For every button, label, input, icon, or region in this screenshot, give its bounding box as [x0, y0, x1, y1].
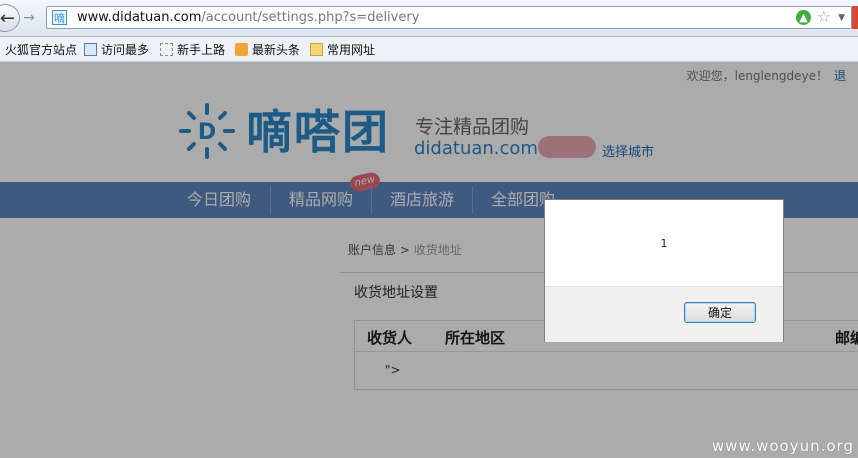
rss-feed-icon [235, 43, 248, 56]
bookmark-folder[interactable]: 常用网址 [310, 41, 375, 58]
watermark: www.wooyun.org [711, 437, 854, 455]
alert-message: 1 [660, 237, 668, 250]
bookmark-star-icon[interactable]: ☆ [817, 7, 831, 27]
bookmark-label: 火狐官方站点 [5, 43, 78, 57]
alert-dialog: 1 确定 [544, 199, 784, 342]
bookmark-label: 最新头条 [252, 43, 301, 57]
bookmark-rss[interactable]: 最新头条 [235, 41, 300, 58]
window-close-edge[interactable] [852, 6, 858, 29]
most-visited-icon [84, 43, 97, 56]
url-host: www.didatuan.com [77, 10, 202, 25]
url-text[interactable]: www.didatuan.com/account/settings.php?s=… [77, 10, 419, 25]
ok-button[interactable]: 确定 [684, 302, 756, 323]
bookmark-getting-started[interactable]: 新手上路 [160, 41, 225, 58]
bookmark-label: 访问最多 [101, 43, 150, 57]
site-favicon-icon: 嘀 [52, 10, 67, 25]
bookmark-label: 新手上路 [177, 43, 226, 57]
url-path: /account/settings.php?s=delivery [201, 10, 420, 25]
chevron-down-icon[interactable]: ▼ [838, 10, 845, 26]
bookmark-most-visited[interactable]: 访问最多 [84, 41, 149, 58]
bookmark-firefox[interactable]: 火狐官方站点 [5, 41, 77, 58]
folder-icon [310, 43, 323, 56]
bookmarks-bar: 火狐官方站点 访问最多 新手上路 最新头条 常用网址 [0, 37, 858, 62]
go-arrow-icon[interactable]: ▲ [796, 10, 811, 25]
browser-toolbar: ← → 嘀 www.didatuan.com/account/settings.… [0, 0, 858, 37]
getting-started-icon [160, 43, 173, 56]
address-bar[interactable]: 嘀 www.didatuan.com/account/settings.php?… [46, 6, 852, 29]
back-arrow-icon[interactable]: ← [0, 4, 20, 32]
alert-footer: 确定 [545, 286, 783, 342]
forward-arrow-icon[interactable]: → [20, 9, 38, 27]
bookmark-label: 常用网址 [327, 43, 376, 57]
